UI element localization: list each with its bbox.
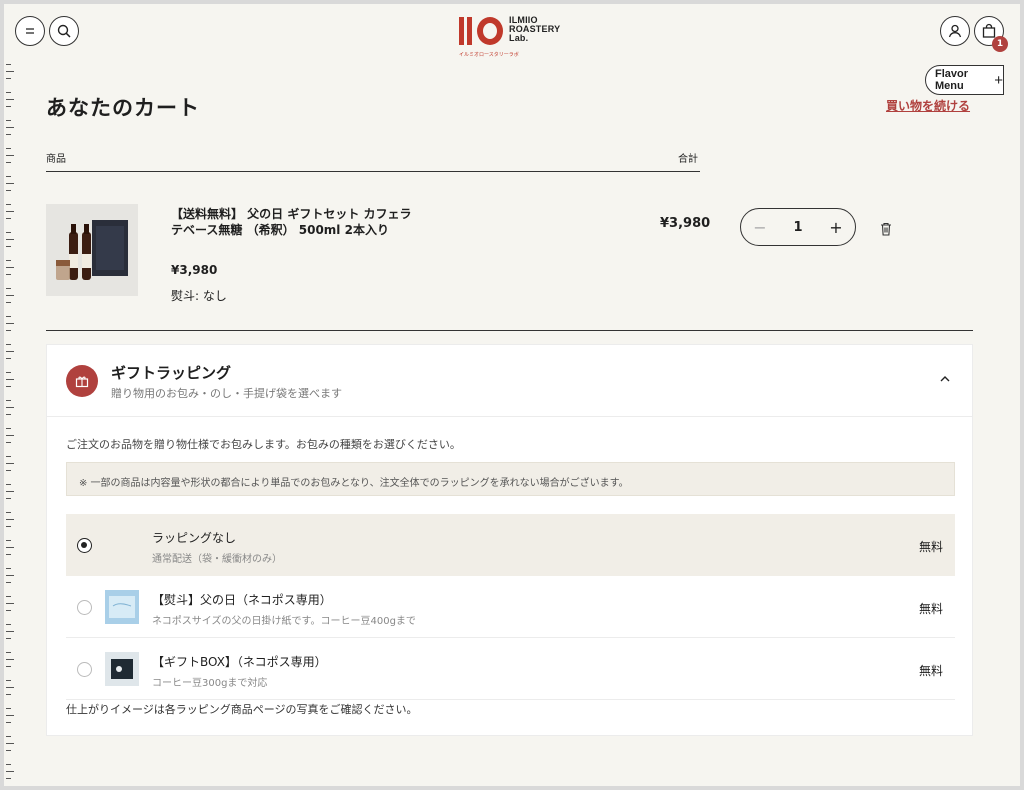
cart-count-badge: 1	[992, 36, 1008, 52]
divider	[46, 171, 700, 172]
product-image[interactable]	[46, 204, 138, 296]
gift-icon	[66, 365, 98, 397]
column-header-total: 合計	[678, 154, 698, 165]
product-unit-price: ¥3,980	[171, 263, 218, 277]
user-icon	[948, 24, 962, 38]
menu-button[interactable]	[15, 16, 45, 46]
trash-icon[interactable]	[880, 222, 892, 236]
account-button[interactable]	[940, 16, 970, 46]
logo-subtext: イルミオロースタリーラボ	[459, 52, 519, 58]
logo-mark	[459, 16, 503, 46]
radio-unselected[interactable]	[77, 662, 92, 677]
logo-text: ILMIIO ROASTERY Lab.	[509, 15, 561, 43]
wrap-option-giftbox[interactable]: 【ギフトBOX】（ネコポス専用） コーヒー豆300gまで対応 無料	[66, 638, 955, 700]
quantity-stepper: − 1 +	[740, 208, 856, 246]
option-thumbnail	[105, 652, 139, 686]
wrap-option-none[interactable]: ラッピングなし 通常配送（袋・緩衝材のみ） 無料	[66, 514, 955, 576]
gift-wrapping-note: ※ 一部の商品は内容量や形状の都合により単品でのお包みとなり、注文全体でのラッピ…	[66, 462, 955, 496]
gift-wrapping-footer-note: 仕上がりイメージは各ラッピング商品ページの写真をご確認ください。	[66, 703, 418, 716]
product-noshi-option: 熨斗: なし	[171, 289, 227, 303]
gift-wrapping-header[interactable]: ギフトラッピング 贈り物用のお包み・のし・手提げ袋を選べます	[47, 345, 972, 417]
option-price: 無料	[918, 664, 943, 678]
option-thumbnail	[105, 590, 139, 624]
option-price: 無料	[918, 602, 943, 616]
option-description: コーヒー豆300gまで対応	[152, 678, 268, 689]
plus-icon: +	[994, 71, 1003, 89]
option-title: ラッピングなし	[152, 531, 237, 545]
page: ILMIIO ROASTERY Lab. イルミオロースタリーラボ 1 Flav…	[4, 4, 1020, 786]
chevron-up-icon[interactable]	[938, 372, 952, 386]
menu-icon	[26, 28, 34, 34]
radio-selected[interactable]	[77, 538, 92, 553]
left-ruler-major	[4, 71, 14, 786]
quantity-value[interactable]: 1	[793, 220, 802, 235]
radio-unselected[interactable]	[77, 600, 92, 615]
gift-wrapping-subtitle: 贈り物用のお包み・のし・手提げ袋を選べます	[111, 387, 342, 400]
wrap-option-noshi[interactable]: 【熨斗】父の日（ネコポス専用） ネコポスサイズの父の日掛け紙です。コーヒー豆40…	[66, 576, 955, 638]
product-name[interactable]: 【送料無料】 父の日 ギフトセット カフェラテベース無糖 （希釈） 500ml …	[171, 206, 416, 238]
site-logo[interactable]: ILMIIO ROASTERY Lab. イルミオロースタリーラボ	[459, 16, 560, 58]
option-title: 【ギフトBOX】（ネコポス専用）	[152, 655, 327, 669]
option-description: 通常配送（袋・緩衝材のみ）	[152, 554, 282, 565]
search-icon	[57, 24, 71, 38]
column-header-product: 商品	[46, 154, 66, 165]
search-button[interactable]	[49, 16, 79, 46]
gift-wrapping-title: ギフトラッピング	[111, 364, 232, 382]
line-total: ¥3,980	[660, 216, 711, 231]
divider	[46, 330, 973, 331]
gift-wrapping-panel: ギフトラッピング 贈り物用のお包み・のし・手提げ袋を選べます ご注文のお品物を贈…	[46, 344, 973, 736]
option-title: 【熨斗】父の日（ネコポス専用）	[152, 593, 332, 607]
quantity-increase-button[interactable]: +	[827, 218, 845, 237]
page-title: あなたのカート	[46, 96, 200, 120]
option-description: ネコポスサイズの父の日掛け紙です。コーヒー豆400gまで	[152, 616, 416, 627]
quantity-decrease-button[interactable]: −	[751, 218, 769, 237]
flavor-menu-button[interactable]: Flavor Menu +	[925, 65, 1004, 95]
option-price: 無料	[918, 540, 943, 554]
gift-wrapping-description: ご注文のお品物を贈り物仕様でお包みします。お包みの種類をお選びください。	[66, 438, 461, 451]
flavor-menu-label: Flavor Menu	[935, 68, 969, 92]
continue-shopping-link[interactable]: 買い物を続ける	[886, 97, 970, 114]
